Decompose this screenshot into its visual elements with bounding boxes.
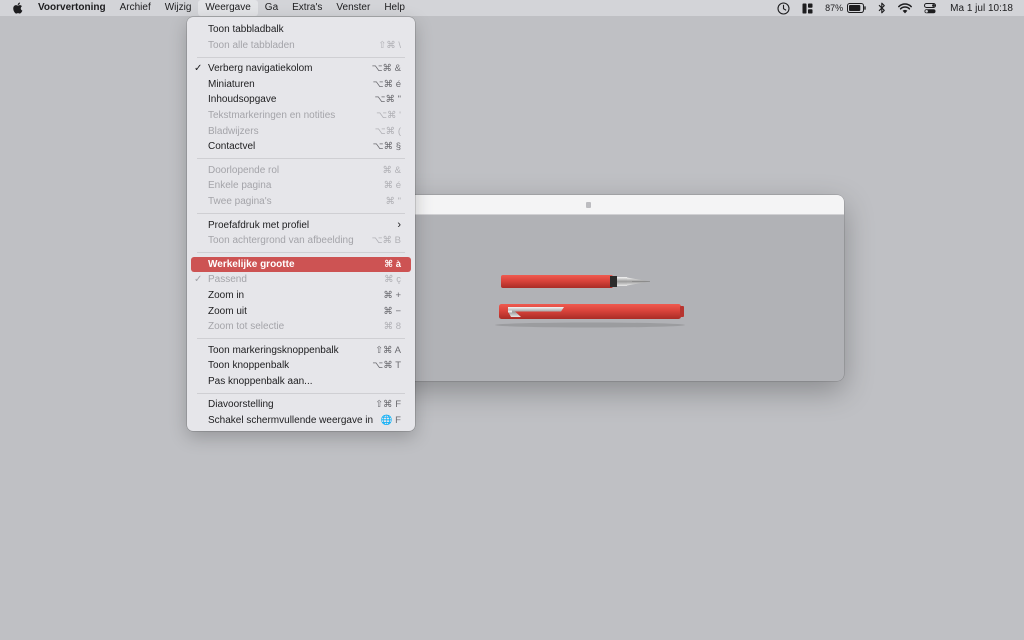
menu-separator xyxy=(197,392,405,394)
menubar-item-ga[interactable]: Ga xyxy=(258,0,285,16)
menu-item-proefafdruk-met-profiel[interactable]: Proefafdruk met profiel › xyxy=(191,218,411,234)
menu-item-bladwijzers: Bladwijzers ⌥⌘ ( xyxy=(208,125,401,137)
chevron-right-icon: › xyxy=(397,218,401,231)
weergave-menu: Toon tabbladbalk Toon alle tabbladen ⇧⌘ … xyxy=(187,17,415,431)
menubar-item-help[interactable]: Help xyxy=(377,0,412,16)
menu-item-toon-achtergrond-van-afbeelding: Toon achtergrond van afbeelding ⌥⌘ B xyxy=(208,235,401,247)
menu-item-pas-knoppenbalk-aan[interactable]: Pas knoppenbalk aan... xyxy=(191,374,411,390)
stage-manager-icon[interactable] xyxy=(796,0,819,16)
menubar-app-name[interactable]: Voorvertoning xyxy=(34,0,113,16)
battery-percent: 87% xyxy=(825,3,844,13)
menu-item-twee-paginas: Twee pagina's ⌘ " xyxy=(208,195,401,207)
menu-item-zoom-uit[interactable]: Zoom uit ⌘ − xyxy=(191,304,411,320)
battery-status[interactable]: 87% xyxy=(819,0,872,16)
menu-item-enkele-pagina: Enkele pagina ⌘ é xyxy=(208,180,401,192)
menubar-item-extras[interactable]: Extra's xyxy=(285,0,329,16)
menu-item-zoom-in[interactable]: Zoom in ⌘ + xyxy=(191,288,411,304)
control-center-icon[interactable] xyxy=(918,0,942,16)
menu-item-tekstmarkeringen-en-notities: Tekstmarkeringen en notities ⌥⌘ ' xyxy=(208,109,401,121)
menu-bar: Voorvertoning Archief Wijzig Weergave Ga… xyxy=(0,0,1024,16)
menu-item-toon-knoppenbalk[interactable]: Toon knoppenbalk ⌥⌘ T xyxy=(191,358,411,374)
menu-item-werkelijke-grootte[interactable]: Werkelijke grootte ⌘ à xyxy=(191,256,411,273)
menu-item-verberg-navigatiekolom[interactable]: ✓ Verberg navigatiekolom ⌥⌘ & xyxy=(191,61,411,77)
menu-item-toon-markeringsknoppenbalk[interactable]: Toon markeringsknoppenbalk ⇧⌘ A xyxy=(191,343,411,359)
menu-item-diavoorstelling[interactable]: Diavoorstelling ⇧⌘ F xyxy=(191,397,411,413)
menubar-clock[interactable]: Ma 1 jul 10:18 xyxy=(942,0,1024,16)
battery-icon xyxy=(847,3,866,13)
menu-separator xyxy=(197,338,405,340)
checkmark-icon: ✓ xyxy=(194,274,203,286)
menu-separator xyxy=(197,213,405,215)
menubar-item-archief[interactable]: Archief xyxy=(113,0,158,16)
menubar-item-venster[interactable]: Venster xyxy=(329,0,377,16)
menu-item-passend: ✓ Passend ⌘ ç xyxy=(191,272,411,288)
menu-item-contactvel[interactable]: Contactvel ⌥⌘ § xyxy=(191,139,411,155)
menu-item-toon-alle-tabbladen: Toon alle tabbladen ⇧⌘ \ xyxy=(208,39,401,51)
menu-item-doorlopende-rol: Doorlopende rol ⌘ & xyxy=(208,164,401,176)
menubar-item-wijzig[interactable]: Wijzig xyxy=(158,0,199,16)
apple-menu-icon[interactable] xyxy=(0,0,34,16)
menu-item-inhoudsopgave[interactable]: Inhoudsopgave ⌥⌘ " xyxy=(191,92,411,108)
menu-item-zoom-tot-selectie: Zoom tot selectie ⌘ 8 xyxy=(208,321,401,333)
menubar-item-weergave[interactable]: Weergave xyxy=(198,0,258,16)
menu-item-toon-tabbladbalk[interactable]: Toon tabbladbalk xyxy=(191,22,411,38)
pen-body xyxy=(501,275,650,288)
menu-item-miniaturen[interactable]: Miniaturen ⌥⌘ é xyxy=(191,77,411,93)
menu-separator xyxy=(197,252,405,254)
menu-separator xyxy=(197,56,405,58)
document-proxy-icon[interactable] xyxy=(586,202,591,208)
screen-time-icon[interactable] xyxy=(771,0,796,16)
wifi-icon[interactable] xyxy=(892,0,918,16)
menu-item-schakel-schermvullende-weergave-in[interactable]: Schakel schermvullende weergave in 🌐 F xyxy=(191,413,411,429)
checkmark-icon: ✓ xyxy=(194,63,203,75)
pen-cap xyxy=(499,304,684,319)
menu-separator xyxy=(197,158,405,160)
bluetooth-icon[interactable] xyxy=(872,0,892,16)
